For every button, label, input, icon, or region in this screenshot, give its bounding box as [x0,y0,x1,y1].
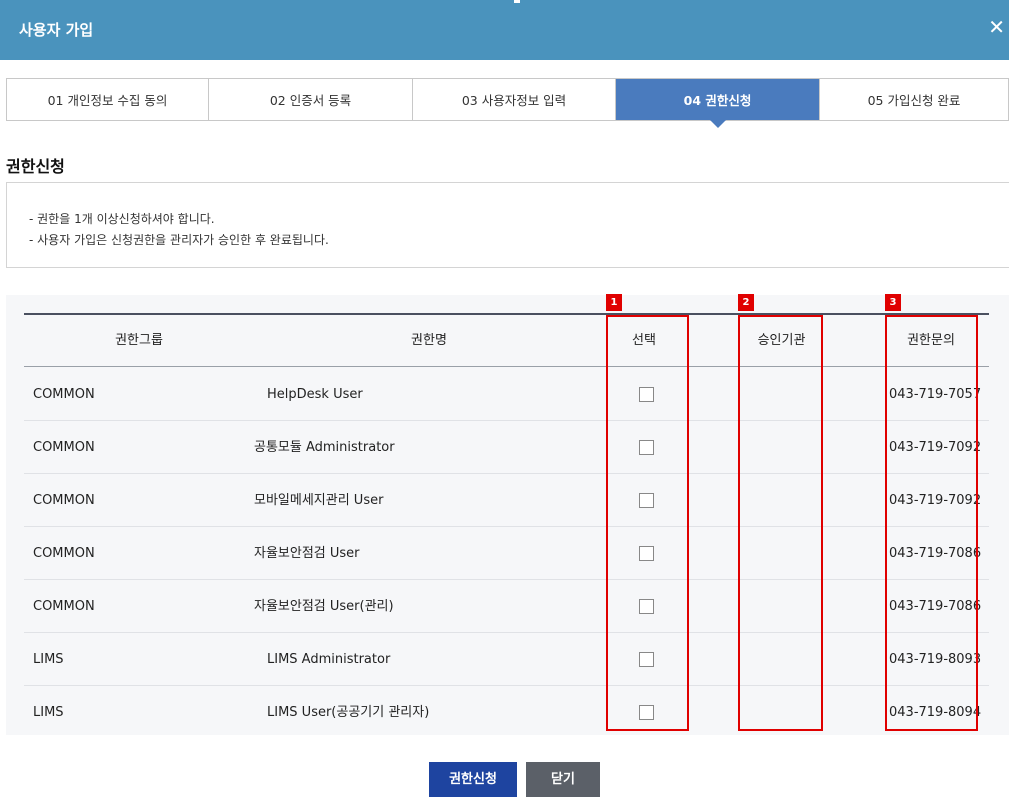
step-navigation: 01 개인정보 수집 동의 02 인증서 등록 03 사용자정보 입력 04 권… [6,78,1009,128]
cell-group: COMMON [33,493,95,508]
step-permission-request[interactable]: 04 권한신청 [616,79,820,128]
cell-name: 공통모듈 Administrator [254,440,395,455]
table-header: 권한그룹 권한명 선택 승인기관 권한문의 [24,315,989,367]
cell-name: LIMS User(공공기기 관리자) [267,705,430,720]
cell-name: 자율보안점검 User(관리) [254,599,394,614]
notice-line: - 사용자 가입은 신청권한을 관리자가 승인한 후 완료됩니다. [29,233,329,247]
request-permission-button[interactable]: 권한신청 [429,762,517,797]
table-row: COMMON 자율보안점검 User(관리) 043-719-7086 [24,580,989,633]
table-row: LIMS LIMS Administrator 043-719-8093 [24,633,989,686]
close-button[interactable]: 닫기 [526,762,600,797]
cell-group: COMMON [33,599,95,614]
dialog-titlebar: 사용자 가입 ✕ [0,0,1009,60]
titlebar-notch [514,0,520,3]
table-row: LIMS LIMS User(공공기기 관리자) 043-719-8094 [24,686,989,739]
annotation-box-approver [738,315,823,731]
step-complete[interactable]: 05 가입신청 완료 [820,79,1008,120]
cell-group: LIMS [33,705,64,720]
close-icon[interactable]: ✕ [988,15,1005,39]
cell-name: 자율보안점검 User [254,546,360,561]
annotation-badge: 2 [738,294,754,311]
cell-name: 모바일메세지관리 User [254,493,384,508]
header-name: 권한명 [411,333,447,348]
table-row: COMMON 공통모듈 Administrator 043-719-7092 [24,421,989,474]
cell-group: COMMON [33,440,95,455]
cell-name: HelpDesk User [267,387,363,402]
cell-group: LIMS [33,652,64,667]
cell-group: COMMON [33,546,95,561]
annotation-badge: 3 [885,294,901,311]
table-row: COMMON 모바일메세지관리 User 043-719-7092 [24,474,989,527]
header-group: 권한그룹 [115,333,163,348]
cell-name: LIMS Administrator [267,652,391,667]
notice-line: - 권한을 1개 이상신청하셔야 합니다. [29,212,215,226]
step-user-info[interactable]: 03 사용자정보 입력 [413,79,616,120]
annotation-box-contact [885,315,978,731]
permission-table: 권한그룹 권한명 선택 승인기관 권한문의 COMMON HelpDesk Us… [6,295,1009,735]
step-privacy-consent[interactable]: 01 개인정보 수집 동의 [7,79,209,120]
table-row: COMMON HelpDesk User 043-719-7057 [24,368,989,421]
table-row: COMMON 자율보안점검 User 043-719-7086 [24,527,989,580]
notice-box: - 권한을 1개 이상신청하셔야 합니다. - 사용자 가입은 신청권한을 관리… [6,182,1009,268]
cell-group: COMMON [33,387,95,402]
step-certificate[interactable]: 02 인증서 등록 [209,79,413,120]
annotation-box-select [606,315,689,731]
dialog-title: 사용자 가입 [19,21,94,39]
section-title: 권한신청 [6,157,65,176]
annotation-badge: 1 [606,294,622,311]
